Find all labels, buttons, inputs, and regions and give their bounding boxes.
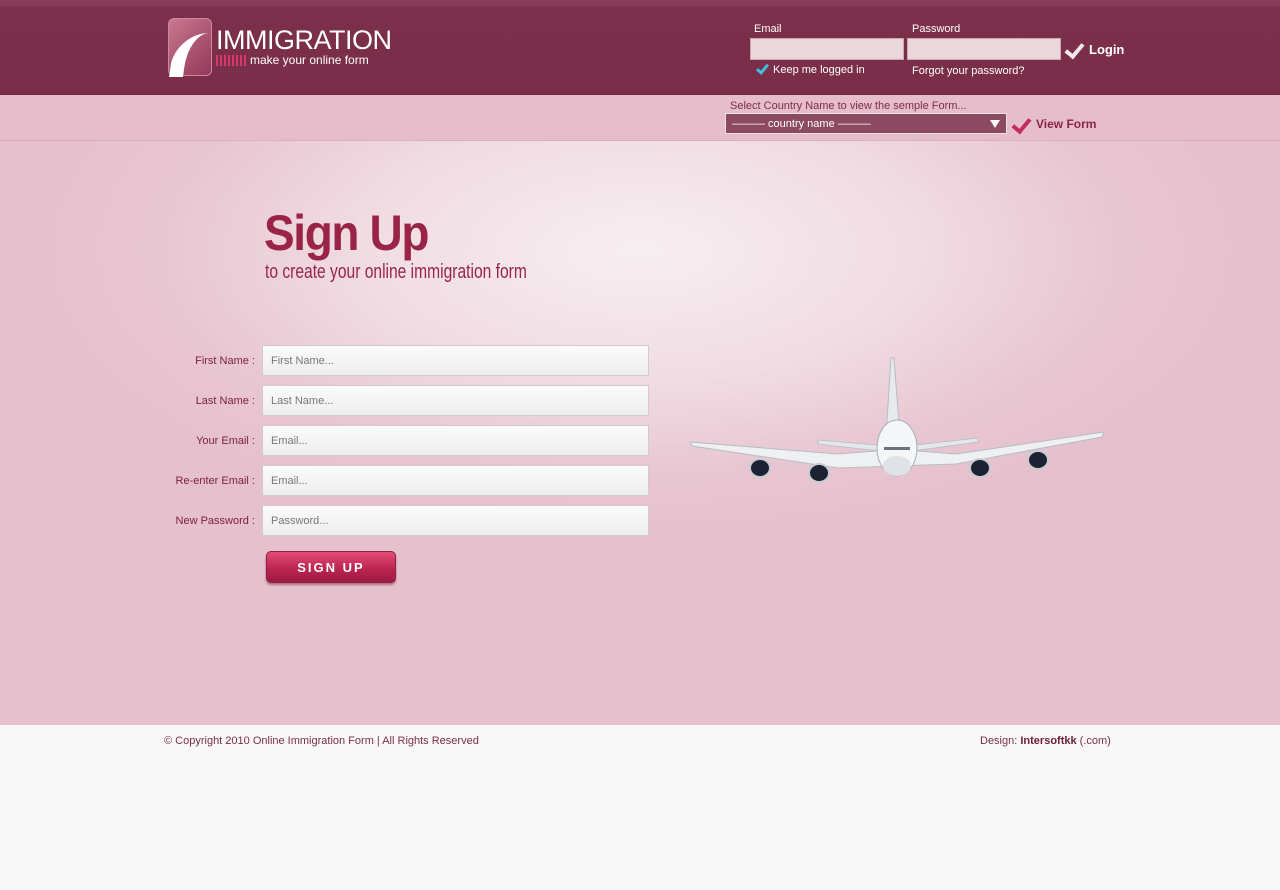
- country-select-value: ——— country name ———: [732, 117, 871, 130]
- design-credit: Design: Intersoftkk (.com): [980, 735, 1111, 747]
- new-password-input[interactable]: [262, 505, 649, 536]
- page-title: Sign Up: [264, 205, 429, 261]
- forgot-password-link[interactable]: Forgot your password?: [912, 65, 1025, 77]
- email-label: Your Email :: [196, 435, 255, 447]
- signup-button[interactable]: SIGN UP: [266, 551, 396, 583]
- reenter-email-input[interactable]: [262, 465, 649, 496]
- reenter-email-label: Re-enter Email :: [175, 475, 255, 487]
- logo[interactable]: IMMIGRATION make your online form: [168, 18, 392, 78]
- footer: © Copyright 2010 Online Immigration Form…: [0, 725, 1280, 890]
- login-password-input[interactable]: [907, 38, 1061, 60]
- airplane-icon: [689, 357, 1105, 483]
- last-name-input[interactable]: [262, 385, 649, 416]
- country-hint: Select Country Name to view the semple F…: [730, 100, 967, 112]
- view-form-label: View Form: [1036, 117, 1097, 131]
- copyright-text: © Copyright 2010 Online Immigration Form…: [164, 735, 479, 747]
- logo-title: IMMIGRATION: [216, 25, 392, 55]
- email-input[interactable]: [262, 425, 649, 456]
- country-bar: Select Country Name to view the semple F…: [0, 95, 1280, 141]
- check-icon: [1066, 39, 1086, 59]
- logo-mark-icon: [168, 18, 212, 77]
- first-name-input[interactable]: [262, 345, 649, 376]
- design-suffix: (.com): [1076, 735, 1111, 747]
- logo-subtitle: make your online form: [250, 53, 369, 67]
- keep-logged-in-label: Keep me logged in: [773, 64, 865, 76]
- logo-bars-icon: [216, 55, 246, 66]
- keep-logged-in-checkbox[interactable]: Keep me logged in: [756, 64, 865, 76]
- checkmark-icon: [756, 64, 768, 76]
- login-button[interactable]: Login: [1066, 38, 1128, 60]
- login-email-input[interactable]: [750, 38, 904, 60]
- view-form-button[interactable]: View Form: [1013, 113, 1096, 135]
- password-label: Password: [912, 23, 961, 35]
- email-label: Email: [754, 23, 782, 35]
- header: IMMIGRATION make your online form Email …: [0, 0, 1280, 95]
- design-name-link[interactable]: Intersoftkk: [1020, 735, 1076, 747]
- page-subtitle: to create your online immigration form: [265, 261, 527, 283]
- new-password-label: New Password :: [175, 515, 255, 527]
- country-select[interactable]: ——— country name ———: [725, 113, 1007, 134]
- design-prefix: Design:: [980, 735, 1021, 747]
- main-content: Sign Up to create your online immigratio…: [0, 141, 1280, 725]
- dropdown-arrow-icon: [990, 120, 1000, 128]
- check-icon: [1013, 114, 1033, 134]
- first-name-label: First Name :: [195, 355, 255, 367]
- last-name-label: Last Name :: [195, 395, 255, 407]
- login-button-label: Login: [1089, 41, 1125, 57]
